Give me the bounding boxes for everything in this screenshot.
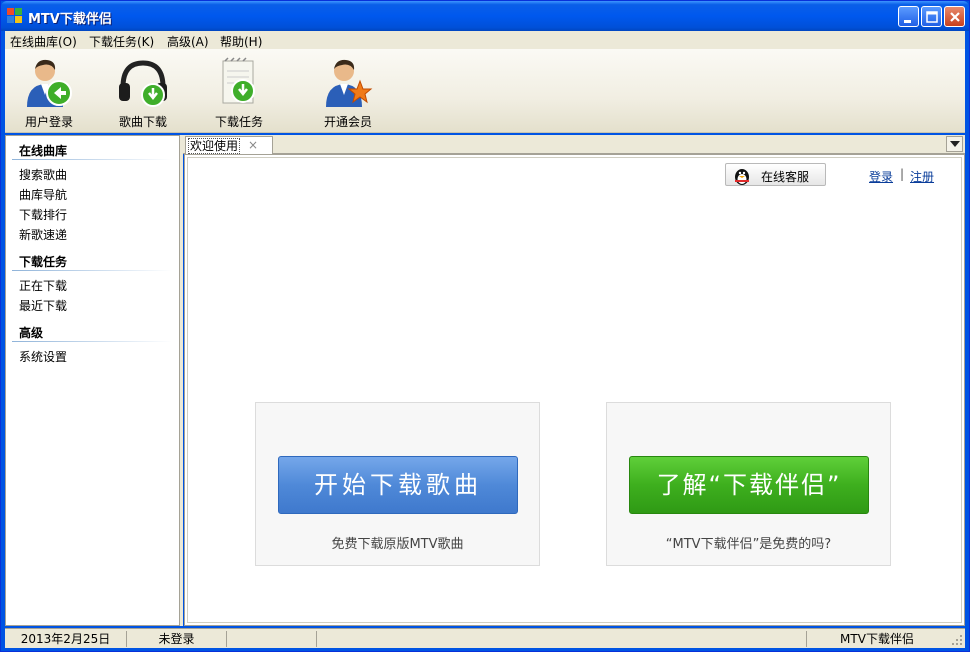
tab-strip: 欢迎使用 × — [183, 135, 965, 154]
section-divider — [12, 341, 172, 342]
user-star-icon — [326, 59, 373, 107]
chevron-down-icon — [950, 141, 960, 147]
status-empty-1 — [227, 631, 317, 647]
welcome-page-inner: 在线客服 登录 | 注册 开始下载歌曲 免费下载原版MTV歌曲 了解“下载伴侣”… — [187, 157, 962, 623]
login-link[interactable]: 登录 — [869, 168, 893, 185]
menu-advanced[interactable]: 高级(A) — [167, 33, 209, 50]
status-date: 2013年2月25日 — [5, 631, 127, 647]
maximize-button[interactable] — [921, 6, 942, 27]
status-empty-2 — [317, 631, 807, 647]
sidebar-splitter[interactable] — [180, 135, 183, 626]
online-support-label: 在线客服 — [761, 170, 810, 184]
section-divider — [12, 270, 172, 271]
user-login-label: 用户登录 — [24, 115, 73, 129]
start-download-caption: 免费下载原版MTV歌曲 — [331, 537, 464, 552]
tab-list-dropdown[interactable] — [946, 136, 963, 152]
start-download-card: 开始下载歌曲 免费下载原版MTV歌曲 — [255, 402, 540, 566]
menu-download-tasks[interactable]: 下载任务(K) — [89, 33, 154, 50]
sidebar-item-new-songs[interactable]: 新歌速递 — [19, 226, 67, 243]
download-tasks-button[interactable]: 下载任务 — [199, 53, 279, 129]
vip-label: 开通会员 — [323, 115, 372, 129]
sidebar-item-recent-downloads[interactable]: 最近下载 — [19, 297, 67, 314]
status-bar: 2013年2月25日 未登录 MTV下载伴侣 — [5, 628, 965, 648]
link-separator: | — [900, 167, 905, 181]
learn-more-button[interactable]: 了解“下载伴侣” — [629, 456, 869, 514]
song-download-label: 歌曲下载 — [118, 115, 167, 129]
status-login-state: 未登录 — [127, 631, 227, 647]
sidebar-section-download-tasks: 下载任务 — [19, 255, 68, 269]
maximize-icon — [926, 11, 938, 23]
sidebar-item-library-nav[interactable]: 曲库导航 — [19, 186, 67, 203]
online-support-button[interactable]: 在线客服 — [725, 163, 826, 186]
tab-close-icon[interactable]: × — [248, 138, 258, 152]
title-bar[interactable]: MTV下载伴侣 — [1, 1, 969, 31]
status-app-name: MTV下载伴侣 — [840, 632, 914, 646]
minimize-icon — [904, 20, 911, 23]
close-icon — [950, 12, 960, 22]
qq-penguin-icon — [735, 169, 749, 185]
sidebar-item-downloading[interactable]: 正在下载 — [19, 277, 67, 294]
download-tasks-label: 下载任务 — [214, 115, 263, 129]
start-download-button[interactable]: 开始下载歌曲 — [278, 456, 518, 514]
menu-help[interactable]: 帮助(H) — [220, 33, 262, 50]
window-title: MTV下载伴侣 — [28, 12, 112, 27]
tab-welcome[interactable]: 欢迎使用 × — [185, 136, 273, 154]
learn-more-caption[interactable]: “MTV下载伴侣”是免费的吗? — [607, 533, 890, 552]
sidebar-section-online-library: 在线曲库 — [19, 144, 68, 158]
app-window: MTV下载伴侣 在线曲库(O) 下载任务(K) 高级(A) 帮助(H) 用户登录… — [0, 0, 970, 652]
section-divider — [12, 159, 172, 160]
vip-button[interactable]: 开通会员 — [308, 53, 388, 129]
menu-bar: 在线曲库(O) 下载任务(K) 高级(A) 帮助(H) — [5, 31, 965, 49]
app-logo-icon — [7, 8, 23, 24]
close-button[interactable] — [944, 6, 965, 27]
sidebar-item-search-songs[interactable]: 搜索歌曲 — [19, 166, 67, 183]
sidebar-item-system-settings[interactable]: 系统设置 — [19, 348, 67, 365]
sidebar-item-download-ranking[interactable]: 下载排行 — [19, 206, 67, 223]
song-download-button[interactable]: 歌曲下载 — [103, 53, 183, 129]
user-login-icon — [27, 59, 72, 107]
toolbar: 用户登录 歌曲下载 下载任务 开通会员 — [5, 49, 965, 133]
welcome-page: 在线客服 登录 | 注册 开始下载歌曲 免费下载原版MTV歌曲 了解“下载伴侣”… — [184, 154, 965, 626]
sidebar: 在线曲库 搜索歌曲 曲库导航 下载排行 新歌速递 下载任务 正在下载 最近下载 … — [5, 135, 180, 626]
resize-grip-icon[interactable] — [951, 634, 963, 646]
minimize-button[interactable] — [898, 6, 919, 27]
notepad-download-icon — [222, 57, 255, 104]
menu-online-library[interactable]: 在线曲库(O) — [10, 33, 77, 50]
register-link[interactable]: 注册 — [910, 168, 934, 185]
tab-welcome-label: 欢迎使用 — [188, 138, 241, 154]
headphones-download-icon — [119, 60, 167, 107]
sidebar-section-advanced: 高级 — [19, 326, 44, 340]
user-login-button[interactable]: 用户登录 — [9, 53, 89, 129]
learn-more-card: 了解“下载伴侣” “MTV下载伴侣”是免费的吗? — [606, 402, 891, 566]
